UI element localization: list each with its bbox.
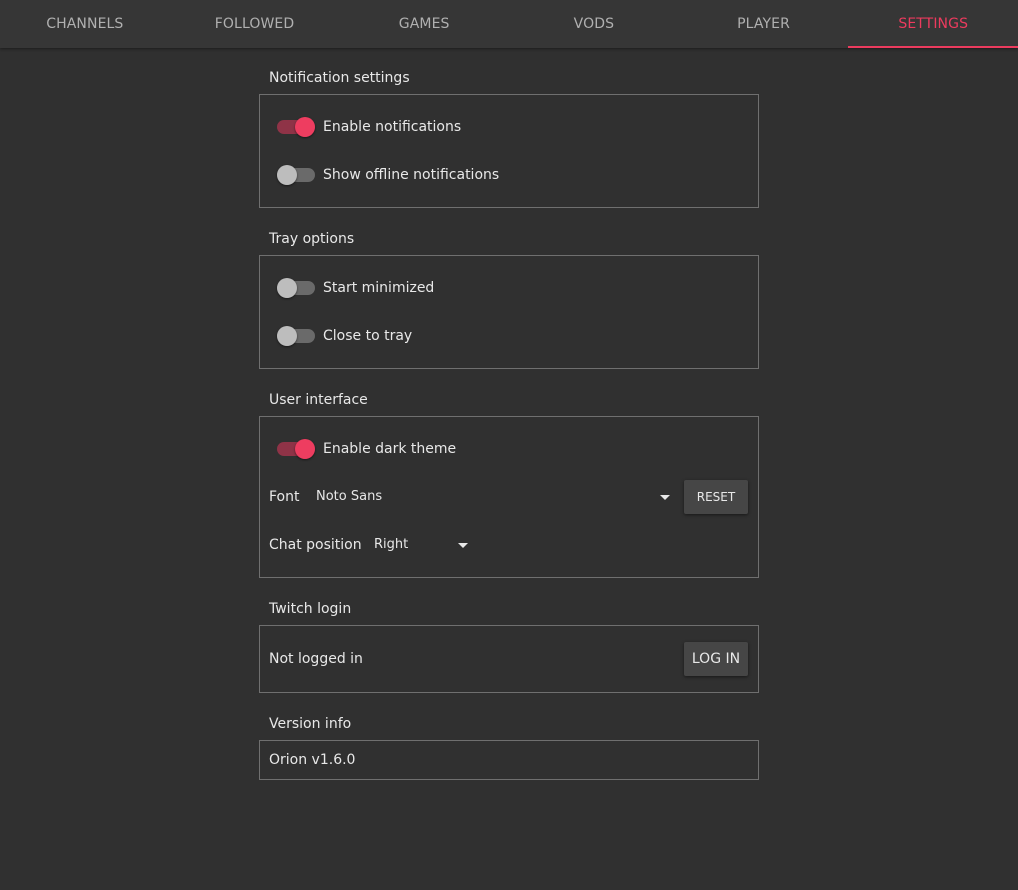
version-info-title: Version info xyxy=(269,716,352,732)
notification-settings-box: Enable notifications Show offline notifi… xyxy=(259,94,759,208)
enable-dark-theme-toggle[interactable] xyxy=(277,439,315,459)
font-select-value: Noto Sans xyxy=(316,489,383,504)
tab-bar: CHANNELS FOLLOWED GAMES VODS PLAYER SETT… xyxy=(0,0,1018,48)
chevron-down-icon xyxy=(458,543,468,548)
close-to-tray-toggle[interactable] xyxy=(277,326,315,346)
show-offline-notifications-row: Show offline notifications xyxy=(260,151,758,199)
tray-options-title: Tray options xyxy=(269,231,355,247)
twitch-login-box: Not logged in LOG IN xyxy=(259,625,759,693)
toggle-knob xyxy=(277,165,297,185)
version-text: Orion v1.6.0 xyxy=(269,752,356,768)
toggle-knob xyxy=(295,439,315,459)
settings-page: Notification settings Enable notificatio… xyxy=(259,60,759,793)
font-reset-button[interactable]: RESET xyxy=(684,480,748,514)
chat-position-value: Right xyxy=(374,537,409,552)
version-row: Orion v1.6.0 xyxy=(260,741,758,779)
font-select[interactable]: Noto Sans xyxy=(316,482,670,512)
twitch-login-title: Twitch login xyxy=(269,601,352,617)
tab-games[interactable]: GAMES xyxy=(339,0,509,48)
close-to-tray-row: Close to tray xyxy=(260,312,758,360)
enable-notifications-row: Enable notifications xyxy=(260,103,758,151)
enable-dark-theme-label: Enable dark theme xyxy=(323,441,457,457)
font-row: Font Noto Sans RESET xyxy=(260,473,758,521)
login-status: Not logged in xyxy=(269,651,363,667)
user-interface-box: Enable dark theme Font Noto Sans RESET C… xyxy=(259,416,759,578)
version-info-box: Orion v1.6.0 xyxy=(259,740,759,780)
enable-notifications-toggle[interactable] xyxy=(277,117,315,137)
chat-position-select[interactable]: Right xyxy=(374,530,468,560)
toggle-knob xyxy=(295,117,315,137)
tray-options-box: Start minimized Close to tray xyxy=(259,255,759,369)
login-button[interactable]: LOG IN xyxy=(684,642,748,676)
chat-position-row: Chat position Right xyxy=(260,521,758,569)
login-row: Not logged in LOG IN xyxy=(260,635,758,683)
enable-notifications-label: Enable notifications xyxy=(323,119,462,135)
chevron-down-icon xyxy=(660,495,670,500)
start-minimized-row: Start minimized xyxy=(260,264,758,312)
show-offline-notifications-label: Show offline notifications xyxy=(323,167,500,183)
tab-channels[interactable]: CHANNELS xyxy=(0,0,170,48)
notification-settings-title: Notification settings xyxy=(269,70,410,86)
tab-followed[interactable]: FOLLOWED xyxy=(170,0,340,48)
start-minimized-toggle[interactable] xyxy=(277,278,315,298)
enable-dark-theme-row: Enable dark theme xyxy=(260,425,758,473)
tab-vods[interactable]: VODS xyxy=(509,0,679,48)
show-offline-notifications-toggle[interactable] xyxy=(277,165,315,185)
close-to-tray-label: Close to tray xyxy=(323,328,413,344)
toggle-knob xyxy=(277,326,297,346)
chat-position-label: Chat position xyxy=(269,537,362,553)
font-label: Font xyxy=(269,489,300,505)
tab-player[interactable]: PLAYER xyxy=(679,0,849,48)
user-interface-title: User interface xyxy=(269,392,368,408)
tab-settings[interactable]: SETTINGS xyxy=(848,0,1018,48)
start-minimized-label: Start minimized xyxy=(323,280,435,296)
toggle-knob xyxy=(277,278,297,298)
